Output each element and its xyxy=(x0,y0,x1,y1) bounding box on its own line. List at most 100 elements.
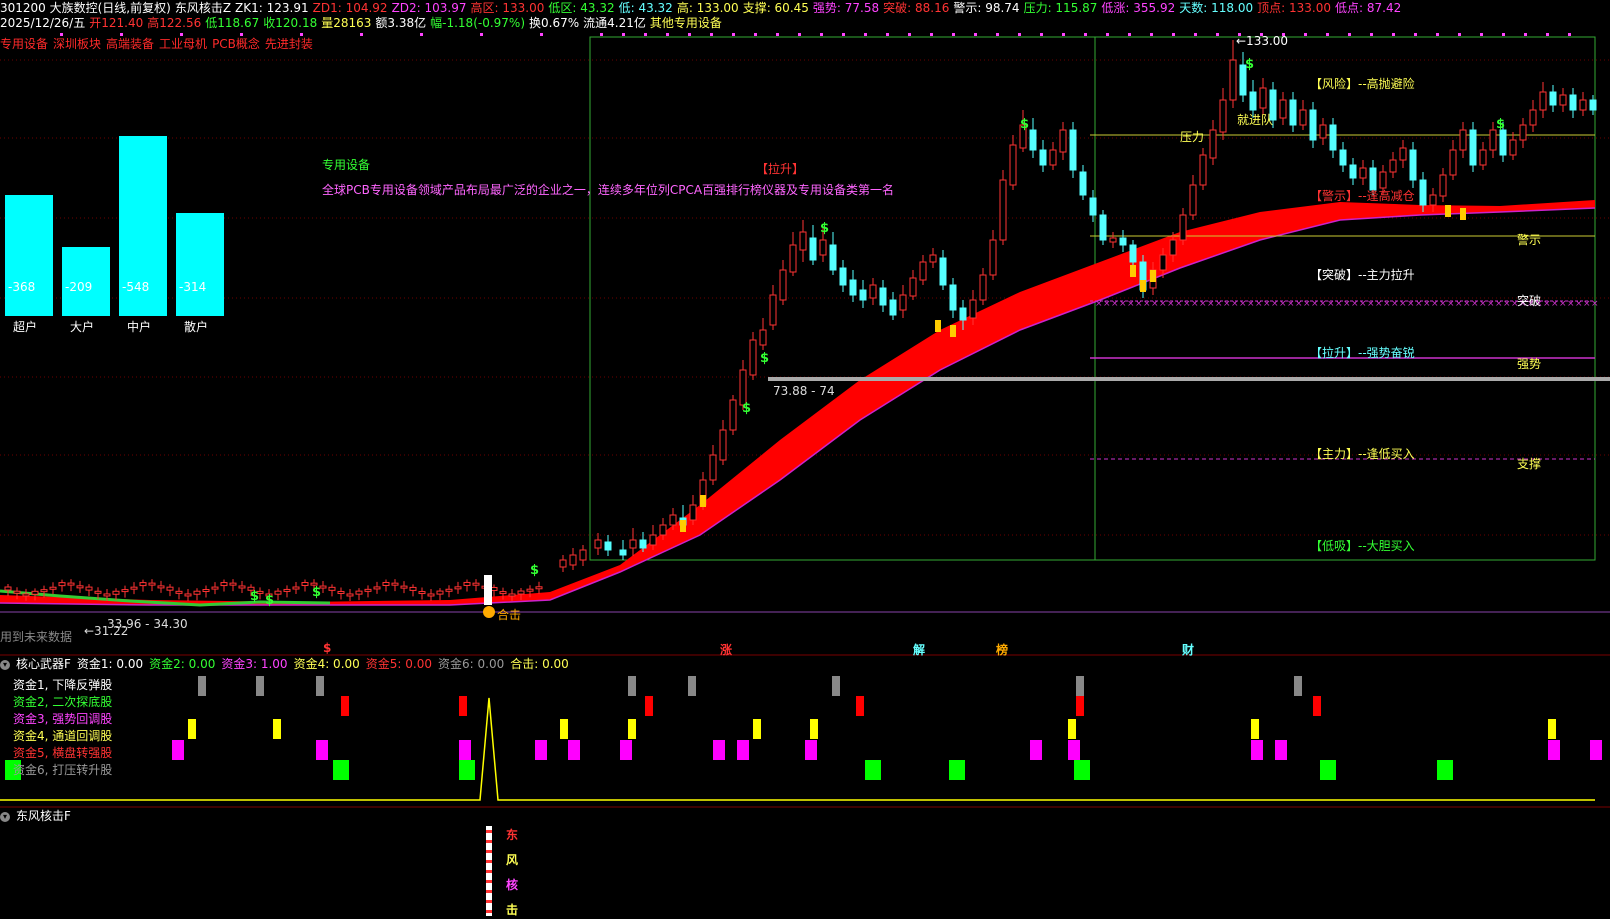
candle-body xyxy=(1159,254,1167,271)
top-dot xyxy=(1172,33,1175,36)
signal-block xyxy=(1076,696,1084,716)
candle-body xyxy=(382,581,390,586)
x-marker: × xyxy=(1503,299,1511,309)
top-dot xyxy=(1084,33,1087,36)
top-dot xyxy=(622,33,625,36)
candle-body xyxy=(58,582,66,587)
x-marker: × xyxy=(1351,299,1359,309)
x-marker: × xyxy=(1127,299,1135,309)
signal-block xyxy=(459,740,471,760)
top-dot xyxy=(1458,33,1461,36)
candle-body xyxy=(1089,197,1097,216)
signal-block xyxy=(568,740,580,760)
candle-highlight xyxy=(1130,265,1136,277)
candle-body xyxy=(604,541,612,551)
x-marker: × xyxy=(1343,299,1351,309)
candle-highlight xyxy=(1445,205,1451,217)
candle-body xyxy=(1339,149,1347,166)
x-marker: × xyxy=(1135,299,1143,309)
candle-body xyxy=(1459,129,1467,151)
candle-body xyxy=(969,299,977,319)
candle-body xyxy=(274,590,282,595)
candle-body xyxy=(31,590,39,595)
candle-body xyxy=(879,287,887,306)
fund-type-label: 资金3, 强势回调股 xyxy=(13,712,113,726)
candle-body xyxy=(1179,214,1187,241)
signal-block xyxy=(459,696,467,716)
candle-body xyxy=(709,454,717,481)
candle-body xyxy=(391,582,399,586)
signal-block xyxy=(172,740,184,760)
top-dot xyxy=(820,33,823,36)
candle-body xyxy=(301,582,309,587)
candle-body xyxy=(1189,184,1197,216)
candle-body xyxy=(1439,174,1447,197)
top-dot xyxy=(600,33,603,36)
signal-block xyxy=(316,676,324,696)
candle-highlight xyxy=(935,320,941,332)
candle-body xyxy=(409,586,417,591)
candle-body xyxy=(1219,99,1227,133)
candle-body xyxy=(1419,179,1427,206)
fund-bar xyxy=(176,213,224,316)
range-low-label: 33.96 - 34.30 xyxy=(107,617,188,631)
candle-highlight xyxy=(700,495,706,507)
top-dot xyxy=(908,33,911,36)
candle-body xyxy=(1079,171,1087,196)
panel3-stripe xyxy=(486,870,492,873)
x-marker: × xyxy=(1255,299,1263,309)
candle-body xyxy=(689,504,697,521)
signal-block xyxy=(1294,676,1302,696)
chevron-down-icon[interactable]: ▾ xyxy=(0,811,10,822)
candle-body xyxy=(619,549,627,556)
x-marker: × xyxy=(1591,299,1599,309)
event-marker: 榜 xyxy=(996,643,1009,657)
top-dot xyxy=(930,33,933,36)
x-marker: × xyxy=(1567,299,1575,309)
candle-body xyxy=(989,239,997,276)
candle-body xyxy=(22,593,30,597)
signal-block xyxy=(645,696,653,716)
top-dot xyxy=(1216,33,1219,36)
candle-body xyxy=(445,588,453,592)
candle-body xyxy=(13,590,21,594)
signal-block xyxy=(316,740,328,760)
candle-body xyxy=(40,589,48,593)
dollar-signal: $ xyxy=(1496,117,1505,132)
top-dot xyxy=(1502,33,1505,36)
x-marker: × xyxy=(1279,299,1287,309)
candle-body xyxy=(579,549,587,561)
panel2-header[interactable]: ▾ 核心武器F 资金1: 0.00 资金2: 0.00 资金3: 1.00 资金4: 0.… xyxy=(0,656,581,672)
signal-block xyxy=(1068,719,1076,739)
top-dot xyxy=(1194,33,1197,36)
candle-body xyxy=(1359,167,1367,179)
top-dot xyxy=(864,33,867,36)
fund-bar-value: -548 xyxy=(122,280,150,294)
panel3-header[interactable]: ▾ 东风核击F xyxy=(0,808,77,824)
signal-block xyxy=(805,740,817,760)
chevron-down-icon[interactable]: ▾ xyxy=(0,659,10,670)
signal-block xyxy=(1548,740,1560,760)
candle-body xyxy=(749,339,757,376)
x-marker: × xyxy=(1287,299,1295,309)
candle-body xyxy=(193,590,201,595)
candle-body xyxy=(559,559,567,568)
signal-block xyxy=(1251,740,1263,760)
candle-body xyxy=(148,582,156,586)
candle-body xyxy=(211,586,219,590)
x-marker: × xyxy=(1415,299,1423,309)
candle-body xyxy=(959,307,967,321)
signal-label: 就进队 xyxy=(1237,113,1274,127)
signal-block xyxy=(628,676,636,696)
x-marker: × xyxy=(1167,299,1175,309)
dollar-signal: $ xyxy=(760,351,769,366)
candle-body xyxy=(1519,124,1527,141)
candle-body xyxy=(869,284,877,299)
candle-body xyxy=(1069,129,1077,171)
candle-body xyxy=(729,399,737,431)
signal-block xyxy=(1030,740,1042,760)
candle-body xyxy=(1299,109,1307,126)
hit-marker xyxy=(483,606,495,618)
event-marker: $ xyxy=(323,641,332,655)
candle-body xyxy=(175,590,183,594)
